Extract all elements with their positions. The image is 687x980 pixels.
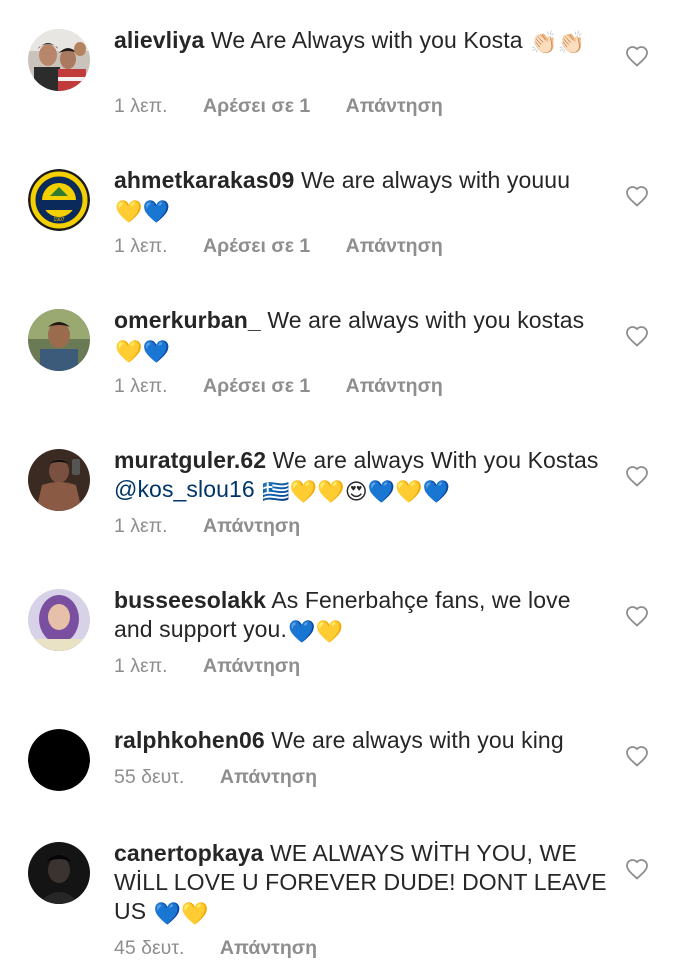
- comment-username[interactable]: muratguler.62: [114, 447, 266, 473]
- comment-time: 1 λεπ.: [114, 655, 168, 677]
- heart-icon[interactable]: [625, 465, 649, 487]
- comment-meta: 1 λεπ. Απάντηση: [114, 655, 330, 678]
- comment-time: 45 δευτ.: [114, 937, 185, 959]
- reply-button[interactable]: Απάντηση: [346, 95, 443, 118]
- comment-meta: 1 λεπ. Αρέσει σε 1 Απάντηση: [114, 375, 473, 398]
- comment-text: alievliya We Are Always with you Kosta 👏…: [114, 26, 614, 55]
- reply-button[interactable]: Απάντηση: [220, 937, 317, 960]
- comment-meta: 55 δευτ. Απάντηση: [114, 766, 347, 789]
- avatar[interactable]: [28, 29, 90, 91]
- reply-button[interactable]: Απάντηση: [220, 766, 317, 789]
- comment-mention[interactable]: @kos_slou16: [114, 476, 255, 502]
- comment-emojis: 👏🏻👏🏻: [530, 30, 586, 55]
- comment-message: We are always with you kostas: [267, 307, 585, 333]
- comment-meta: 45 δευτ. Απάντηση: [114, 937, 347, 960]
- svg-text:1907: 1907: [53, 217, 64, 223]
- comment-text: ralphkohen06 We are always with you king: [114, 726, 614, 755]
- comment-emojis: 💛💙: [115, 199, 170, 224]
- comment-username[interactable]: busseesolakk: [114, 587, 266, 613]
- comment-meta: 1 λεπ. Αρέσει σε 1 Απάντηση: [114, 235, 473, 258]
- comment-text: canertopkaya WE ALWAYS WİTH YOU, WE WİLL…: [114, 839, 614, 926]
- comment-meta: 1 λεπ. Αρέσει σε 1 Απάντηση: [114, 95, 473, 118]
- comment-username[interactable]: canertopkaya: [114, 840, 264, 866]
- comment-username[interactable]: ralphkohen06: [114, 727, 265, 753]
- comment-time: 1 λεπ.: [114, 515, 168, 537]
- reply-button[interactable]: Απάντηση: [203, 515, 300, 538]
- heart-icon[interactable]: [625, 45, 649, 67]
- comment-likes[interactable]: Αρέσει σε 1: [203, 235, 310, 258]
- reply-button[interactable]: Απάντηση: [346, 375, 443, 398]
- comment-time: 55 δευτ.: [114, 766, 185, 788]
- comment-message: We are always With you Kostas: [272, 447, 599, 473]
- reply-button[interactable]: Απάντηση: [346, 235, 443, 258]
- avatar[interactable]: [28, 842, 90, 904]
- avatar[interactable]: [28, 309, 90, 371]
- heart-icon[interactable]: [625, 605, 649, 627]
- comment-emojis: 🇬🇷💛💛😍💙💛💙: [262, 479, 451, 504]
- comment-text: muratguler.62 We are always With you Kos…: [114, 446, 614, 504]
- avatar[interactable]: 1907: [28, 169, 90, 231]
- comment-time: 1 λεπ.: [114, 375, 168, 397]
- comment-likes[interactable]: Αρέσει σε 1: [203, 375, 310, 398]
- comment-message: We Are Always with you Kosta: [210, 27, 523, 53]
- comment-meta: 1 λεπ. Απάντηση: [114, 515, 330, 538]
- comment-message: We are always with you king: [271, 727, 564, 753]
- comment-username[interactable]: ahmetkarakas09: [114, 167, 294, 193]
- comment-time: 1 λεπ.: [114, 235, 168, 257]
- comment-text: omerkurban_ We are always with you kosta…: [114, 306, 614, 364]
- comment-username[interactable]: omerkurban_: [114, 307, 261, 333]
- heart-icon[interactable]: [625, 325, 649, 347]
- comment-message: We are always with youuu: [300, 167, 571, 193]
- comment-text: ahmetkarakas09 We are always with youuu …: [114, 166, 614, 224]
- avatar[interactable]: [28, 729, 90, 791]
- avatar[interactable]: [28, 449, 90, 511]
- comment-emojis: 💛💙: [115, 339, 170, 364]
- comment-username[interactable]: alievliya: [114, 27, 204, 53]
- comment-likes[interactable]: Αρέσει σε 1: [203, 95, 310, 118]
- heart-icon[interactable]: [625, 745, 649, 767]
- reply-button[interactable]: Απάντηση: [203, 655, 300, 678]
- comment-emojis: 💙💛: [287, 619, 343, 644]
- comment-time: 1 λεπ.: [114, 95, 168, 117]
- comment-text: busseesolakk As Fenerbahçe fans, we love…: [114, 586, 614, 644]
- comment-emojis: 💙💛: [153, 901, 209, 926]
- heart-icon[interactable]: [625, 185, 649, 207]
- avatar[interactable]: [28, 589, 90, 651]
- heart-icon[interactable]: [625, 858, 649, 880]
